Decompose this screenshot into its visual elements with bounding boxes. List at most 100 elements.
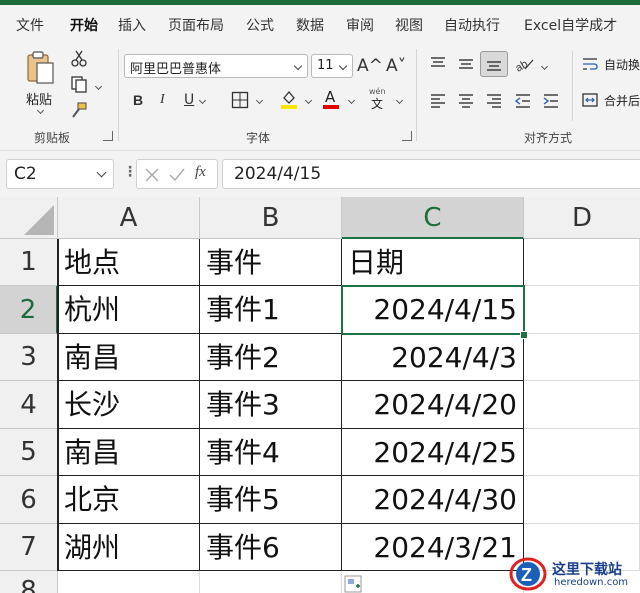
cell-location[interactable]: 南昌 bbox=[58, 334, 200, 381]
cell-event[interactable]: 事件5 bbox=[200, 476, 342, 524]
cell-date[interactable]: 2024/4/30 bbox=[342, 476, 524, 524]
cell-location[interactable]: 长沙 bbox=[58, 381, 200, 429]
font-color-letter-icon: A bbox=[325, 88, 336, 106]
cell-date[interactable]: 2024/4/20 bbox=[342, 381, 524, 429]
borders-icon[interactable] bbox=[231, 91, 249, 109]
select-all-corner[interactable] bbox=[0, 197, 58, 239]
orientation-dropdown-icon[interactable] bbox=[540, 62, 549, 71]
empty-cell[interactable] bbox=[524, 334, 640, 381]
row-header[interactable]: 7 bbox=[0, 524, 58, 571]
align-right-icon[interactable] bbox=[485, 93, 503, 109]
wrap-text-button[interactable]: 自动换 bbox=[582, 54, 640, 76]
cell-date[interactable]: 2024/4/3 bbox=[342, 334, 524, 381]
decrease-indent-icon[interactable] bbox=[514, 93, 532, 109]
empty-cell[interactable] bbox=[524, 429, 640, 476]
copy-dropdown-icon[interactable] bbox=[94, 82, 103, 91]
align-center-icon[interactable] bbox=[457, 93, 475, 109]
empty-cell[interactable] bbox=[342, 571, 524, 593]
tab-formulas[interactable]: 公式 bbox=[246, 15, 274, 35]
cell-date[interactable]: 2024/3/21 bbox=[342, 524, 524, 571]
cell-location[interactable]: 北京 bbox=[58, 476, 200, 524]
fill-color-dropdown-icon[interactable] bbox=[304, 96, 313, 105]
fill-handle[interactable] bbox=[520, 331, 528, 339]
merge-center-button[interactable]: 合并后 bbox=[582, 90, 640, 112]
font-name-value: 阿里巴巴普惠体 bbox=[130, 62, 222, 77]
name-box[interactable]: C2 bbox=[6, 159, 114, 189]
cut-icon[interactable] bbox=[70, 49, 88, 67]
row-header[interactable]: 1 bbox=[0, 239, 58, 286]
table-header-cell[interactable]: 地点 bbox=[58, 239, 200, 286]
empty-cell[interactable] bbox=[524, 286, 640, 334]
paste-icon bbox=[27, 51, 54, 84]
formula-input[interactable]: 2024/4/15 bbox=[222, 159, 640, 189]
phonetic-dropdown-icon[interactable] bbox=[395, 96, 404, 105]
fill-color-icon[interactable] bbox=[279, 89, 299, 109]
tab-automate[interactable]: 自动执行 bbox=[444, 15, 500, 35]
column-header-a[interactable]: A bbox=[58, 197, 200, 239]
tab-insert[interactable]: 插入 bbox=[118, 15, 146, 35]
underline-dropdown-icon[interactable] bbox=[198, 96, 207, 105]
italic-button[interactable]: I bbox=[160, 90, 165, 110]
font-size-select[interactable]: 11 bbox=[311, 54, 353, 78]
align-top-icon[interactable] bbox=[429, 56, 447, 72]
clipboard-launcher-icon[interactable] bbox=[103, 131, 113, 141]
empty-cell[interactable] bbox=[58, 571, 200, 593]
tab-review[interactable]: 审阅 bbox=[346, 15, 374, 35]
align-left-icon[interactable] bbox=[429, 93, 447, 109]
cell-event[interactable]: 事件2 bbox=[200, 334, 342, 381]
empty-cell[interactable] bbox=[524, 476, 640, 524]
cell-event[interactable]: 事件3 bbox=[200, 381, 342, 429]
quick-analysis-icon[interactable] bbox=[344, 575, 362, 593]
cell-event[interactable]: 事件4 bbox=[200, 429, 342, 476]
row-header[interactable]: 4 bbox=[0, 381, 58, 429]
tab-file[interactable]: 文件 bbox=[16, 15, 44, 35]
cell-event[interactable]: 事件1 bbox=[200, 286, 342, 334]
shrink-font-button[interactable]: A˅ bbox=[386, 56, 406, 76]
cell-event[interactable]: 事件6 bbox=[200, 524, 342, 571]
borders-dropdown-icon[interactable] bbox=[255, 96, 264, 105]
row-header[interactable]: 6 bbox=[0, 476, 58, 524]
increase-indent-icon[interactable] bbox=[542, 93, 560, 109]
orientation-icon[interactable]: ab bbox=[514, 55, 534, 73]
underline-button[interactable]: U bbox=[184, 90, 194, 110]
empty-cell[interactable] bbox=[524, 381, 640, 429]
tab-excel-self-study[interactable]: Excel自学成才 bbox=[524, 15, 617, 35]
phonetic-button[interactable]: wén 文 bbox=[367, 87, 389, 111]
more-options-icon[interactable]: ⋮ bbox=[123, 164, 137, 180]
enter-icon[interactable] bbox=[169, 168, 185, 182]
grow-font-button[interactable]: A^ bbox=[357, 56, 383, 76]
tab-data[interactable]: 数据 bbox=[296, 15, 324, 35]
cell-location[interactable]: 杭州 bbox=[58, 286, 200, 334]
tab-page-layout[interactable]: 页面布局 bbox=[168, 15, 224, 35]
table-header-cell[interactable]: 事件 bbox=[200, 239, 342, 286]
align-bottom-button[interactable] bbox=[480, 51, 508, 77]
row-header[interactable]: 8 bbox=[0, 571, 58, 593]
column-header-c[interactable]: C bbox=[342, 197, 524, 239]
font-color-dropdown-icon[interactable] bbox=[347, 96, 356, 105]
tab-view[interactable]: 视图 bbox=[395, 15, 423, 35]
column-header-b[interactable]: B bbox=[200, 197, 342, 239]
font-name-select[interactable]: 阿里巴巴普惠体 bbox=[124, 54, 308, 78]
cell-date[interactable]: 2024/4/25 bbox=[342, 429, 524, 476]
row-header[interactable]: 2 bbox=[0, 286, 58, 334]
empty-cell[interactable] bbox=[524, 239, 640, 286]
font-launcher-icon[interactable] bbox=[402, 131, 412, 141]
cell-date[interactable]: 2024/4/15 bbox=[342, 286, 524, 334]
row-header[interactable]: 5 bbox=[0, 429, 58, 476]
align-middle-icon[interactable] bbox=[457, 56, 475, 72]
insert-function-icon[interactable]: fx bbox=[195, 164, 206, 181]
cell-location[interactable]: 南昌 bbox=[58, 429, 200, 476]
cell-location[interactable]: 湖州 bbox=[58, 524, 200, 571]
font-color-button[interactable]: A bbox=[322, 88, 340, 110]
empty-cell[interactable] bbox=[200, 571, 342, 593]
paste-dropdown-icon[interactable] bbox=[36, 106, 45, 115]
cancel-icon[interactable] bbox=[145, 168, 159, 182]
bold-button[interactable]: B bbox=[133, 90, 143, 110]
column-header-d[interactable]: D bbox=[524, 197, 640, 239]
table-header-cell[interactable]: 日期 bbox=[342, 239, 524, 286]
row-header[interactable]: 3 bbox=[0, 334, 58, 381]
format-painter-icon[interactable] bbox=[70, 101, 88, 119]
paste-button[interactable]: 粘贴 bbox=[20, 49, 60, 115]
copy-icon[interactable] bbox=[70, 75, 88, 93]
tab-home[interactable]: 开始 bbox=[70, 15, 98, 35]
